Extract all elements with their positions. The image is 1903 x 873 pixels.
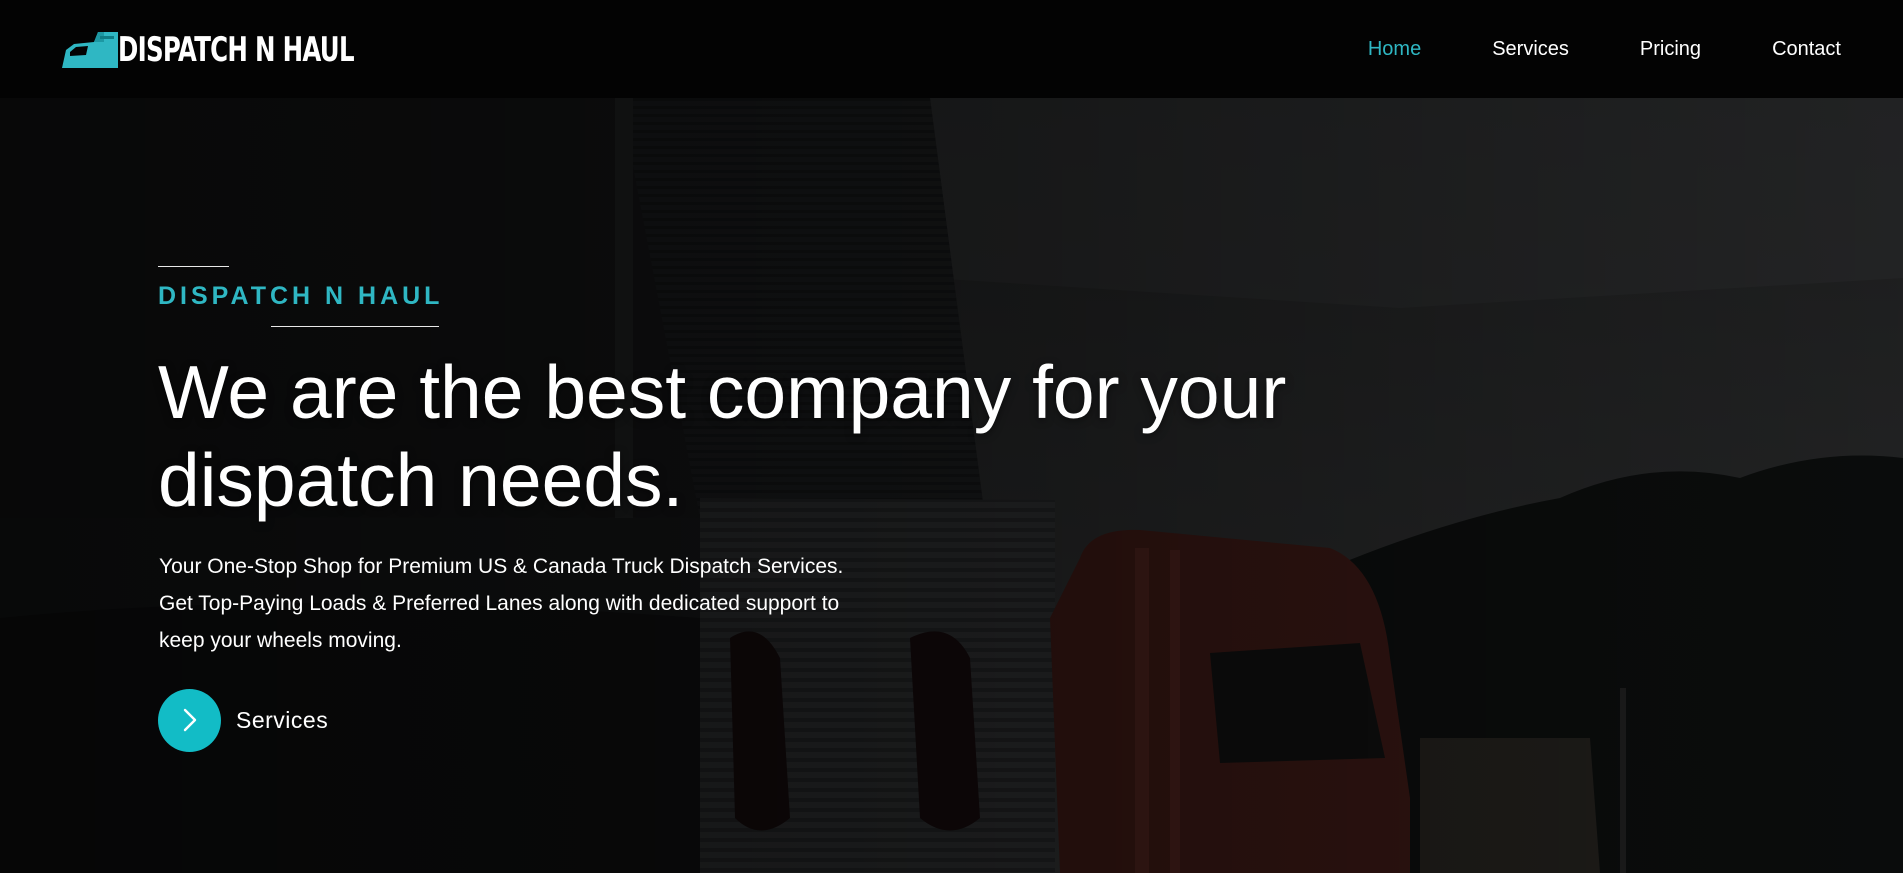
hero-eyebrow: DISPATCH N HAUL	[158, 282, 444, 310]
cta-circle[interactable]	[158, 688, 221, 752]
hero-headline-line-2: dispatch needs.	[158, 438, 684, 522]
hero-content: DISPATCH N HAUL We are the best company …	[158, 98, 1358, 873]
hero-headline: We are the best company for your dispatc…	[158, 348, 1308, 524]
hero-subtext-line-1: Your One-Stop Shop for Premium US & Cana…	[159, 555, 844, 578]
eyebrow-divider-top	[158, 266, 229, 267]
hero-section: DISPATCH N HAUL We are the best company …	[0, 98, 1903, 873]
services-cta-button[interactable]: Services	[158, 688, 328, 752]
hero-subtext: Your One-Stop Shop for Premium US & Cana…	[159, 548, 959, 659]
brand-logo[interactable]: DISPATCH N HAUL	[60, 28, 446, 72]
chevron-right-icon	[183, 708, 196, 732]
hero-subtext-line-2: Get Top-Paying Loads & Preferred Lanes a…	[159, 592, 840, 615]
nav-home[interactable]: Home	[1368, 38, 1421, 61]
eyebrow-divider-bottom	[271, 326, 439, 327]
hero-subtext-line-3: keep your wheels moving.	[159, 629, 402, 652]
nav-services[interactable]: Services	[1492, 38, 1569, 61]
brand-name: DISPATCH N HAUL	[118, 30, 355, 70]
truck-icon	[62, 32, 118, 68]
top-navbar: DISPATCH N HAUL Home Services Pricing Co…	[0, 0, 1903, 98]
nav-pricing[interactable]: Pricing	[1640, 38, 1701, 61]
nav-contact[interactable]: Contact	[1772, 38, 1841, 61]
services-cta-label[interactable]: Services	[236, 707, 328, 734]
main-nav: Home Services Pricing Contact	[1297, 0, 1841, 98]
hero-headline-line-1: We are the best company for your	[158, 350, 1287, 434]
